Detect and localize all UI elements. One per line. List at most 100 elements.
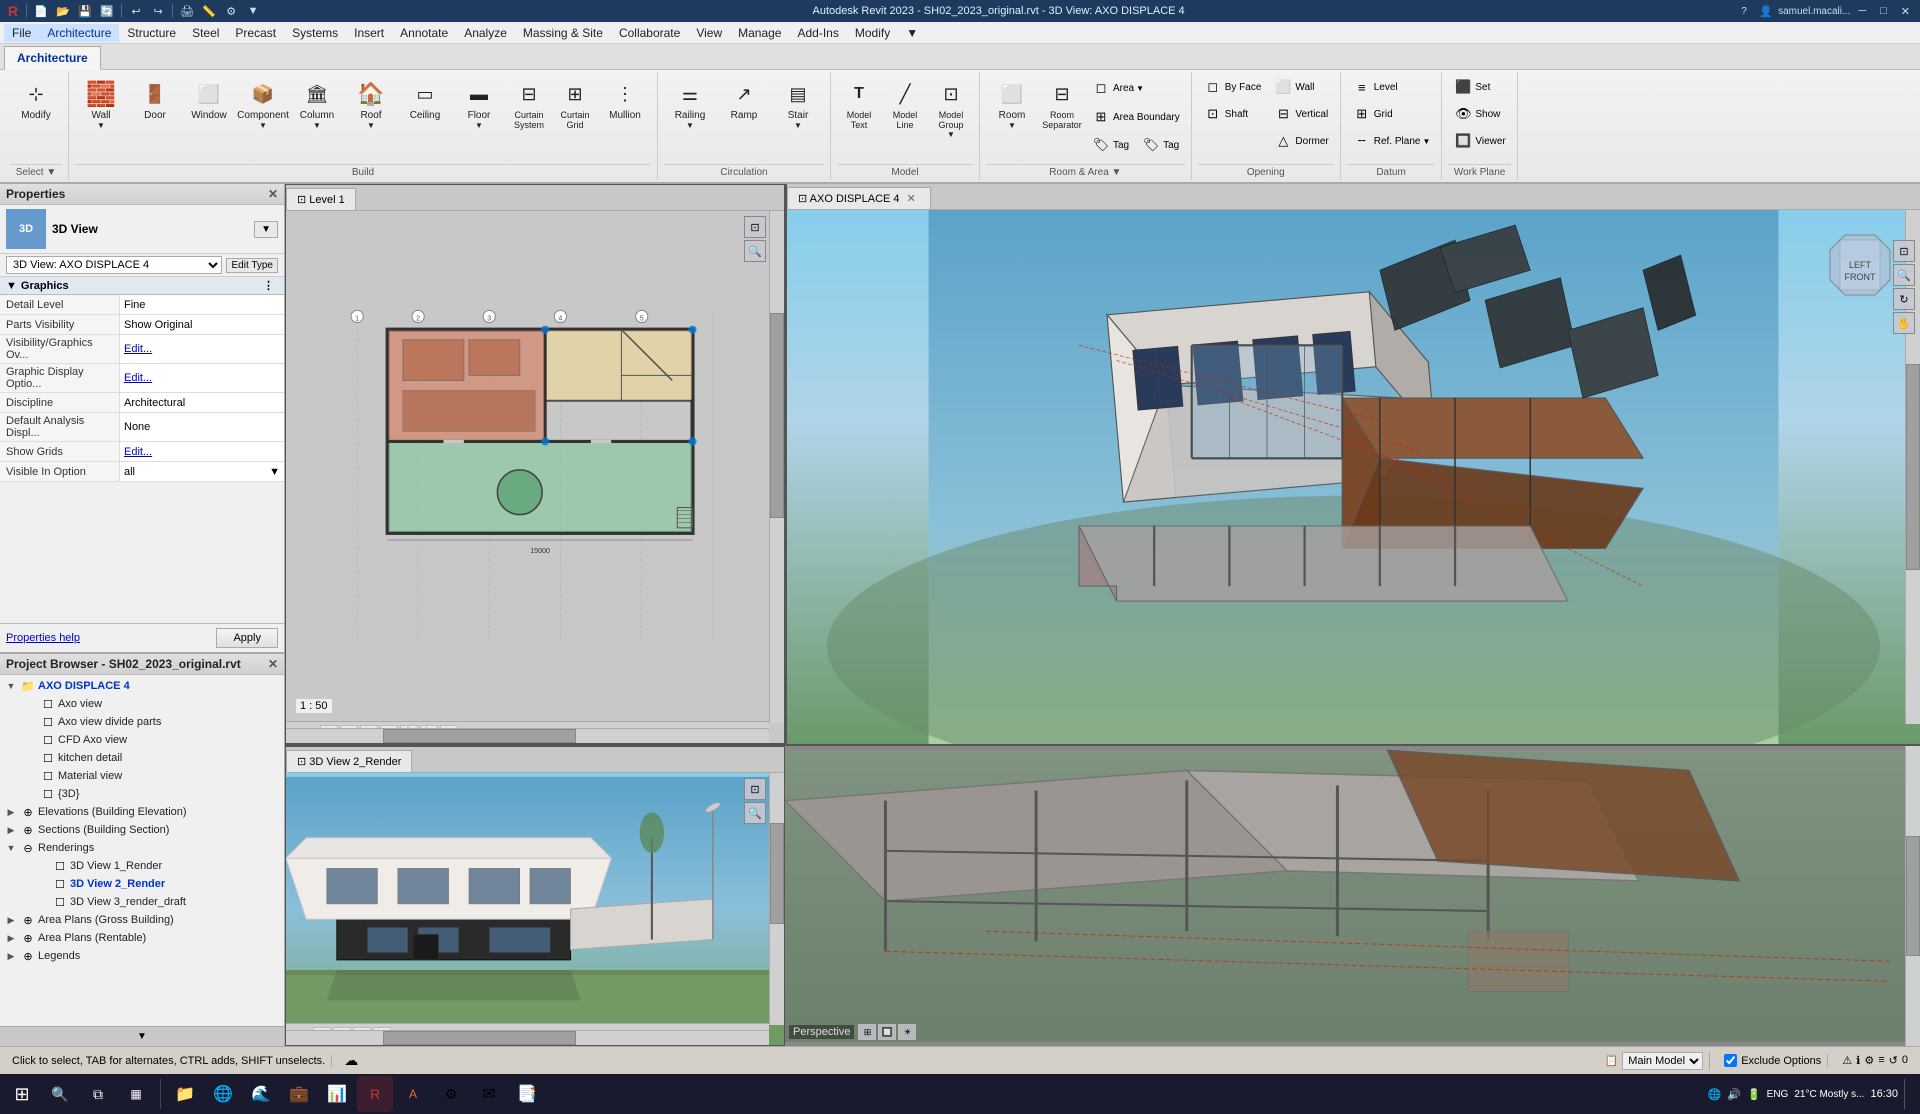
tree-item-legends[interactable]: ▶ ⊕ Legends — [0, 947, 284, 965]
tree-item-render1[interactable]: ☐ 3D View 1_Render — [0, 857, 284, 875]
ceiling-btn[interactable]: ▭ Ceiling — [399, 74, 451, 134]
measure-btn[interactable]: 📏 — [199, 2, 219, 20]
menu-collaborate[interactable]: Collaborate — [611, 24, 688, 42]
dormer-btn[interactable]: △ Dormer — [1268, 128, 1333, 154]
minimize-btn[interactable]: ─ — [1852, 5, 1872, 17]
bar-icon[interactable]: ≡ — [1878, 1054, 1884, 1067]
sound-icon[interactable]: 🔊 — [1727, 1088, 1741, 1101]
opening-wall-btn[interactable]: ⬜ Wall — [1268, 74, 1333, 100]
menu-modify[interactable]: Modify — [847, 24, 898, 42]
floor-btn[interactable]: ▬ Floor ▼ — [453, 74, 505, 134]
area-gross-expand[interactable]: ▶ — [4, 913, 18, 927]
redo-btn[interactable]: ↪ — [148, 2, 168, 20]
level1-scroll-thumb-v[interactable] — [770, 313, 784, 518]
element-type-dropdown[interactable]: ▼ — [254, 221, 278, 238]
tree-item-material[interactable]: ☐ Material view — [0, 767, 284, 785]
menu-view[interactable]: View — [688, 24, 730, 42]
renderings-expand[interactable]: ▼ — [4, 841, 18, 855]
room-separator-btn[interactable]: ⊟ Room Separator — [1040, 74, 1084, 134]
axo-orbit[interactable]: ↻ — [1893, 288, 1915, 310]
level1-scroll-thumb-h[interactable] — [383, 729, 576, 743]
tree-item-sections[interactable]: ▶ ⊕ Sections (Building Section) — [0, 821, 284, 839]
visible-in-option-value[interactable]: all ▼ — [120, 462, 284, 481]
detail-level-value[interactable]: Fine — [120, 295, 284, 314]
model-text-btn[interactable]: T Model Text — [837, 74, 881, 134]
menu-addins[interactable]: Add-Ins — [789, 24, 846, 42]
roof-btn[interactable]: 🏠 Roof ▼ — [345, 74, 397, 134]
dropdown-btn[interactable]: ▼ — [243, 2, 263, 20]
door-btn[interactable]: 🚪 Door — [129, 74, 181, 134]
tab-architecture[interactable]: Architecture — [4, 46, 101, 70]
stair-dropdown[interactable]: ▼ — [794, 121, 802, 130]
nav-cube[interactable]: LEFT FRONT — [1815, 220, 1905, 310]
tree-item-renderings[interactable]: ▼ ⊖ Renderings — [0, 839, 284, 857]
default-analysis-value[interactable]: None — [120, 413, 284, 441]
worksets-select[interactable]: Main Model — [1622, 1052, 1703, 1070]
render2-scrollbar-v[interactable] — [769, 773, 784, 1025]
view-select[interactable]: 3D View: AXO DISPLACE 4 — [6, 256, 222, 274]
menu-structure[interactable]: Structure — [119, 24, 184, 42]
axo-zoom-fit[interactable]: ⊡ — [1893, 240, 1915, 262]
floor-dropdown[interactable]: ▼ — [475, 121, 483, 130]
taskbar-taskview-btn[interactable]: ⧉ — [80, 1076, 116, 1112]
level1-scrollbar-h[interactable] — [286, 728, 769, 743]
discipline-value[interactable]: Architectural — [120, 393, 284, 412]
root-expand-icon[interactable]: ▼ — [4, 679, 18, 693]
ref-plane-btn[interactable]: ╌ Ref. Plane ▼ — [1347, 128, 1436, 154]
persp-render-btn[interactable]: 🔲 — [878, 1024, 896, 1040]
railing-btn[interactable]: ⚌ Railing ▼ — [664, 74, 716, 134]
wall-dropdown[interactable]: ▼ — [97, 121, 105, 130]
menu-manage[interactable]: Manage — [730, 24, 789, 42]
keyboard-icon[interactable]: ENG — [1767, 1089, 1789, 1100]
axo-bottom-scroll-thumb[interactable] — [1906, 836, 1920, 956]
axo-pan[interactable]: ✋ — [1893, 312, 1915, 334]
edit-type-btn[interactable]: Edit Type — [226, 258, 278, 273]
room-dropdown[interactable]: ▼ — [1008, 121, 1016, 130]
close-btn[interactable]: ✕ — [1895, 5, 1916, 18]
curtain-grid-btn[interactable]: ⊞ Curtain Grid — [553, 74, 597, 134]
properties-help-link[interactable]: Properties help — [6, 632, 80, 644]
legends-expand[interactable]: ▶ — [4, 949, 18, 963]
tree-item-render3[interactable]: ☐ 3D View 3_render_draft — [0, 893, 284, 911]
axo-bottom-scrollbar[interactable] — [1905, 746, 1920, 1046]
tree-item-3d[interactable]: ☐ {3D} — [0, 785, 284, 803]
show-workplane-btn[interactable]: 👁 Show — [1448, 101, 1510, 127]
render2-canvas[interactable]: ⊡ 🔍 1 : 1 ◻ ☀ ◑ ▶ — [286, 773, 784, 1045]
modify-btn[interactable]: ⊹ Modify — [10, 74, 62, 134]
stair-btn[interactable]: ▤ Stair ▼ — [772, 74, 824, 134]
column-btn[interactable]: 🏛 Column ▼ — [291, 74, 343, 134]
tree-item-root[interactable]: ▼ 📁 AXO DISPLACE 4 — [0, 677, 284, 695]
tree-item-area-rentable[interactable]: ▶ ⊕ Area Plans (Rentable) — [0, 929, 284, 947]
mullion-btn[interactable]: ⋮ Mullion — [599, 74, 651, 134]
railing-dropdown[interactable]: ▼ — [686, 121, 694, 130]
open-btn[interactable]: 📂 — [53, 2, 73, 20]
level1-tab[interactable]: ⊡ Level 1 — [286, 188, 356, 210]
show-desktop-btn[interactable] — [1904, 1079, 1908, 1109]
menu-systems[interactable]: Systems — [284, 24, 346, 42]
render2-scroll-thumb-v[interactable] — [770, 823, 784, 924]
settings-icon[interactable]: ⚙ — [1864, 1054, 1874, 1067]
menu-massing[interactable]: Massing & Site — [515, 24, 611, 42]
component-btn[interactable]: 📦 Component ▼ — [237, 74, 289, 134]
menu-annotate[interactable]: Annotate — [392, 24, 456, 42]
tree-item-kitchen[interactable]: ☐ kitchen detail — [0, 749, 284, 767]
tree-item-axo-divide[interactable]: ☐ Axo view divide parts — [0, 713, 284, 731]
menu-precast[interactable]: Precast — [227, 24, 284, 42]
taskbar-explorer-btn[interactable]: 📁 — [167, 1076, 203, 1112]
level1-scrollbar-v[interactable] — [769, 211, 784, 723]
info-icon[interactable]: ℹ — [1856, 1054, 1860, 1067]
reset-icon[interactable]: ↺ — [1889, 1054, 1898, 1067]
user-icon[interactable]: 👤 — [1756, 2, 1776, 20]
taskbar-search-btn[interactable]: 🔍 — [42, 1076, 78, 1112]
properties-close-btn[interactable]: ✕ — [268, 187, 278, 201]
graphic-display-value[interactable]: Edit... — [120, 364, 284, 392]
axo-scroll-thumb-v[interactable] — [1906, 364, 1920, 570]
model-group-dropdown[interactable]: ▼ — [947, 130, 955, 139]
elevations-expand[interactable]: ▶ — [4, 805, 18, 819]
tag-room-btn[interactable]: 🏷 Tag — [1086, 132, 1134, 158]
warning-icon[interactable]: ⚠ — [1842, 1054, 1852, 1067]
menu-architecture[interactable]: Architecture — [39, 24, 119, 42]
revit-logo[interactable]: R — [4, 3, 22, 19]
settings-btn[interactable]: ⚙ — [221, 2, 241, 20]
sections-expand[interactable]: ▶ — [4, 823, 18, 837]
